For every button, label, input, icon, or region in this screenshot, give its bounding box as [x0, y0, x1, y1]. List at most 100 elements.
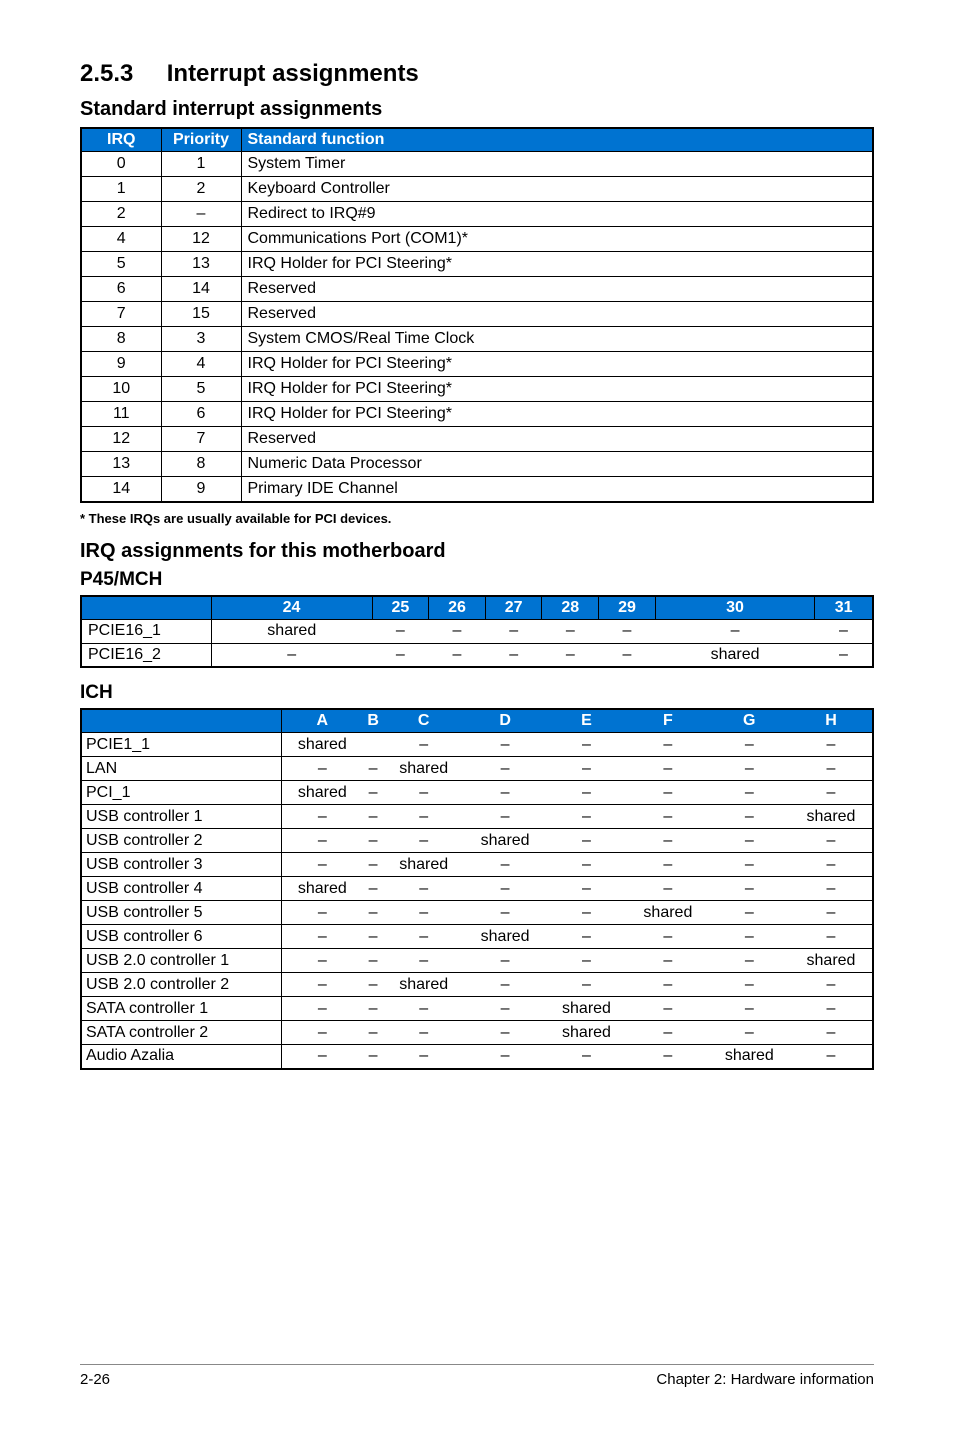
cell: – — [464, 949, 545, 973]
cell: – — [627, 925, 708, 949]
cell: – — [485, 619, 542, 643]
cell: – — [363, 781, 383, 805]
cell: – — [790, 1021, 873, 1045]
standard-title: Standard interrupt assignments — [80, 98, 874, 121]
cell: – — [655, 619, 815, 643]
cell-irq: 14 — [81, 477, 161, 502]
cell-priority: 14 — [161, 277, 241, 302]
cell: – — [383, 829, 464, 853]
table-row: USB controller 2–––shared–––– — [81, 829, 873, 853]
cell: – — [627, 877, 708, 901]
cell-irq: 9 — [81, 352, 161, 377]
table-row: USB 2.0 controller 2––shared––––– — [81, 973, 873, 997]
cell-priority: 3 — [161, 327, 241, 352]
table-header — [81, 596, 211, 620]
section-number: 2.5.3 — [80, 60, 133, 87]
cell: – — [790, 757, 873, 781]
cell: – — [281, 1045, 363, 1069]
ich-title: ICH — [80, 682, 874, 704]
cell: – — [546, 733, 627, 757]
cell-function: Reserved — [241, 302, 873, 327]
cell: – — [464, 805, 545, 829]
table-header: 28 — [542, 596, 599, 620]
table-row: 94IRQ Holder for PCI Steering* — [81, 352, 873, 377]
cell: – — [790, 853, 873, 877]
cell: – — [464, 997, 545, 1021]
cell: shared — [281, 781, 363, 805]
table-row: 116IRQ Holder for PCI Steering* — [81, 402, 873, 427]
cell-function: IRQ Holder for PCI Steering* — [241, 352, 873, 377]
table-row: USB 2.0 controller 1–––––––shared — [81, 949, 873, 973]
cell-function: IRQ Holder for PCI Steering* — [241, 252, 873, 277]
table-row: LAN––shared––––– — [81, 757, 873, 781]
cell: – — [281, 949, 363, 973]
cell-irq: 8 — [81, 327, 161, 352]
cell: – — [383, 1021, 464, 1045]
cell-priority: 6 — [161, 402, 241, 427]
cell: – — [383, 925, 464, 949]
cell: – — [383, 997, 464, 1021]
cell: – — [464, 1045, 545, 1069]
cell: – — [464, 733, 545, 757]
cell: – — [546, 829, 627, 853]
table-row: PCIE1_1shared–––––– — [81, 733, 873, 757]
cell: – — [546, 781, 627, 805]
cell: – — [627, 853, 708, 877]
cell: – — [627, 1045, 708, 1069]
cell: – — [790, 877, 873, 901]
cell: – — [363, 1021, 383, 1045]
table-row: USB controller 6–––shared–––– — [81, 925, 873, 949]
table-row: 513IRQ Holder for PCI Steering* — [81, 252, 873, 277]
cell: – — [790, 781, 873, 805]
table-row: PCIE16_2––––––shared– — [81, 643, 873, 667]
table-row: 614Reserved — [81, 277, 873, 302]
cell: – — [363, 973, 383, 997]
cell: – — [281, 901, 363, 925]
table-row: USB controller 4shared––––––– — [81, 877, 873, 901]
cell: shared — [211, 619, 372, 643]
table-header: 25 — [372, 596, 429, 620]
cell: – — [429, 643, 486, 667]
cell: – — [464, 901, 545, 925]
cell-priority: 9 — [161, 477, 241, 502]
row-label: PCI_1 — [81, 781, 281, 805]
cell: – — [464, 853, 545, 877]
table-header: 30 — [655, 596, 815, 620]
cell-irq: 2 — [81, 202, 161, 227]
row-label: USB controller 2 — [81, 829, 281, 853]
row-label: PCIE1_1 — [81, 733, 281, 757]
row-label: SATA controller 2 — [81, 1021, 281, 1045]
cell: – — [281, 805, 363, 829]
cell: – — [790, 997, 873, 1021]
table-row: SATA controller 1––––shared––– — [81, 997, 873, 1021]
row-label: PCIE16_1 — [81, 619, 211, 643]
cell: – — [627, 973, 708, 997]
cell: – — [627, 949, 708, 973]
cell: shared — [790, 805, 873, 829]
cell: – — [709, 829, 790, 853]
table-header: 27 — [485, 596, 542, 620]
table-header: E — [546, 709, 627, 733]
row-label: USB controller 5 — [81, 901, 281, 925]
cell-function: Primary IDE Channel — [241, 477, 873, 502]
cell-priority: 1 — [161, 152, 241, 177]
cell-priority: 15 — [161, 302, 241, 327]
cell: – — [363, 877, 383, 901]
cell: – — [790, 925, 873, 949]
cell: shared — [709, 1045, 790, 1069]
cell-priority: 13 — [161, 252, 241, 277]
table-header: 31 — [815, 596, 873, 620]
cell: – — [464, 757, 545, 781]
cell: – — [709, 1021, 790, 1045]
cell-irq: 5 — [81, 252, 161, 277]
cell: – — [627, 1021, 708, 1045]
mch-table: 2425262728293031 PCIE16_1shared–––––––PC… — [80, 595, 874, 669]
cell: shared — [546, 997, 627, 1021]
cell: – — [464, 973, 545, 997]
cell-priority: 5 — [161, 377, 241, 402]
table-row: Audio Azalia––––––shared– — [81, 1045, 873, 1069]
cell: – — [709, 805, 790, 829]
cell: – — [429, 619, 486, 643]
cell: – — [709, 973, 790, 997]
cell: – — [709, 901, 790, 925]
